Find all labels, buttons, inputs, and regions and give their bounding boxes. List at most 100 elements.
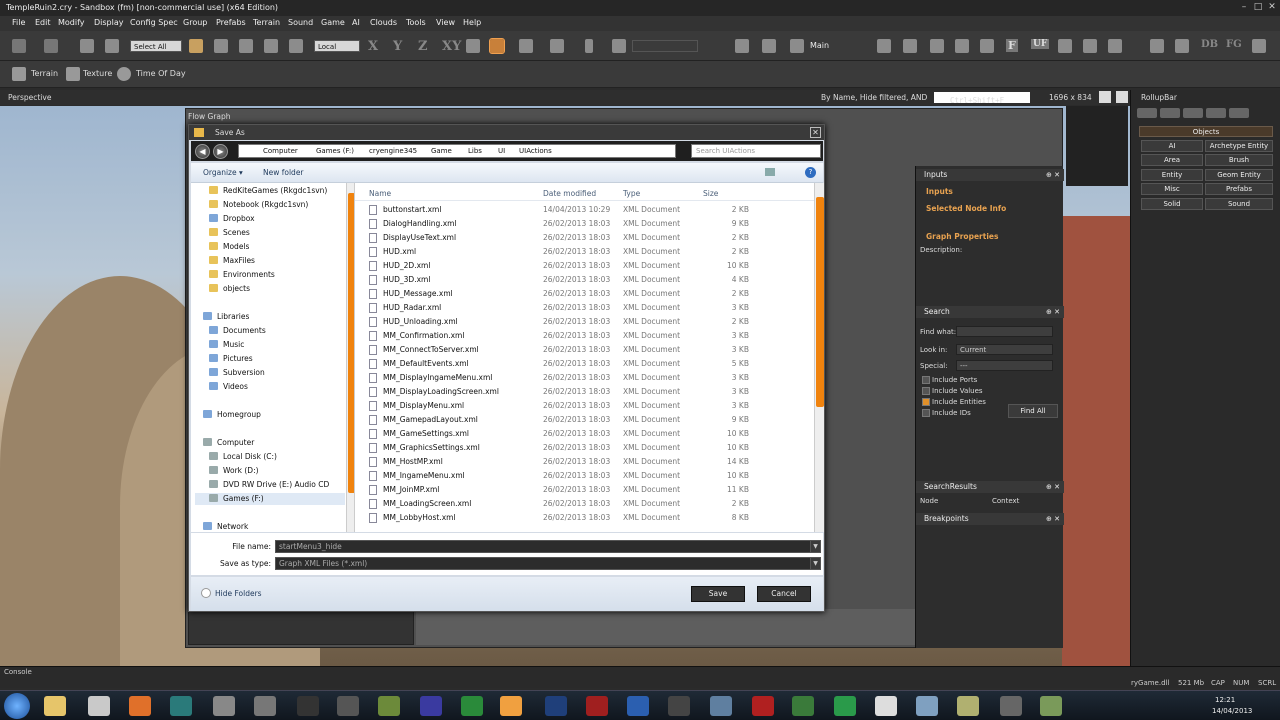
link-icon[interactable] [80, 39, 94, 53]
nav-homegroup[interactable]: Homegroup [203, 409, 261, 421]
crumb-games[interactable]: Games (F:) [316, 147, 354, 155]
drop-icon[interactable] [955, 39, 969, 53]
nav-work[interactable]: Work (D:) [209, 465, 259, 477]
file-row[interactable]: buttonstart.xml 14/04/2013 10:29 XML Docum… [369, 203, 809, 217]
app4-icon[interactable] [752, 696, 774, 716]
objects-header[interactable]: Objects [1139, 126, 1273, 137]
save-sel-icon[interactable] [735, 39, 749, 53]
menu-config-spec[interactable]: Config Spec [130, 18, 178, 27]
scale-icon[interactable] [264, 39, 278, 53]
help-icon[interactable]: ? [805, 167, 816, 178]
sandbox-icon[interactable] [170, 696, 192, 716]
view-icon[interactable] [765, 168, 775, 176]
physics-icon[interactable] [903, 39, 917, 53]
photoshop-icon[interactable] [545, 696, 567, 716]
app-icon[interactable] [254, 696, 276, 716]
menu-game[interactable]: Game [321, 18, 345, 27]
look-in-combo[interactable]: Current [956, 344, 1053, 355]
maximize-viewport-icon[interactable] [1116, 91, 1128, 103]
selected-node-info-section[interactable]: Selected Node Info [926, 204, 1006, 213]
file-row[interactable]: MM_Confirmation.xml 26/02/2013 18:03 XML D… [369, 329, 809, 343]
file-row[interactable]: MM_GameSettings.xml 26/02/2013 18:03 XML D… [369, 427, 809, 441]
nav-computer[interactable]: Computer [203, 437, 254, 449]
col-date[interactable]: Date modified [543, 189, 596, 198]
menu-edit[interactable]: Edit [35, 18, 51, 27]
axis-z-button[interactable]: Z [418, 39, 428, 54]
selection-set-combo[interactable] [632, 40, 698, 52]
app5-icon[interactable] [792, 696, 814, 716]
menu-view[interactable]: View [436, 18, 455, 27]
fg-button[interactable]: FG [1226, 39, 1242, 50]
nav-redkite[interactable]: RedKiteGames (Rkgdc1svn) [209, 185, 327, 197]
app6-icon[interactable] [916, 696, 938, 716]
unlink-icon[interactable] [105, 39, 119, 53]
start-button[interactable] [4, 693, 30, 719]
nav-libraries[interactable]: Libraries [203, 311, 249, 323]
crumb-libs[interactable]: Libs [468, 147, 482, 155]
menu-display[interactable]: Display [94, 18, 124, 27]
menu-ai[interactable]: AI [352, 18, 360, 27]
search-input[interactable]: Search UIActions [691, 144, 821, 158]
coord-system-combo[interactable]: Local [314, 40, 360, 52]
menu-group[interactable]: Group [183, 18, 207, 27]
axis-y-button[interactable]: Y [393, 39, 402, 54]
undo-icon[interactable] [12, 39, 26, 53]
terrain-button[interactable]: Terrain [31, 69, 58, 78]
nav-scrollbar[interactable] [346, 183, 354, 532]
unity-icon[interactable] [668, 696, 690, 716]
redo-icon[interactable] [44, 39, 58, 53]
include-ids-checkbox[interactable] [922, 409, 930, 417]
clock-time[interactable]: 12:21 [1215, 696, 1235, 704]
select-icon[interactable] [189, 39, 203, 53]
obj-area-button[interactable]: Area [1141, 154, 1203, 166]
file-row[interactable]: MM_DefaultEvents.xml 26/02/2013 18:03 XML … [369, 357, 809, 371]
viewport-label[interactable]: Perspective [8, 93, 51, 102]
file-scrollbar[interactable] [814, 183, 824, 532]
layers-stack-icon[interactable] [790, 39, 804, 53]
menu-terrain[interactable]: Terrain [253, 18, 280, 27]
file-row[interactable]: HUD_Unloading.xml 26/02/2013 18:03 XML Doc… [369, 315, 809, 329]
crumb-ui[interactable]: UI [498, 147, 505, 155]
close-button[interactable]: ✕ [1266, 1, 1278, 13]
file-row[interactable]: MM_HostMP.xml 26/02/2013 18:03 XML Documen… [369, 455, 809, 469]
organize-button[interactable]: Organize ▾ [203, 168, 243, 177]
back-button[interactable]: ◀ [195, 144, 210, 159]
file-row[interactable]: HUD_Radar.xml 26/02/2013 18:03 XML Documen… [369, 301, 809, 315]
nav-local-disk[interactable]: Local Disk (C:) [209, 451, 277, 463]
menu-sound[interactable]: Sound [288, 18, 313, 27]
file-row[interactable]: MM_LoadingScreen.xml 26/02/2013 18:03 XML … [369, 497, 809, 511]
sync-icon[interactable] [930, 39, 944, 53]
file-row[interactable]: HUD_3D.xml 26/02/2013 18:03 XML Document 4 … [369, 273, 809, 287]
angle-snap-icon[interactable] [550, 39, 564, 53]
obj-ai-button[interactable]: AI [1141, 140, 1203, 152]
include-values-checkbox[interactable] [922, 387, 930, 395]
layer-sel-icon[interactable] [612, 39, 626, 53]
rollup-tabs[interactable] [1137, 108, 1275, 120]
goto-icon[interactable] [980, 39, 994, 53]
crumb-cryengine[interactable]: cryengine345 [369, 147, 417, 155]
db-button[interactable]: DB [1201, 39, 1218, 50]
obj-entity-button[interactable]: Entity [1141, 169, 1203, 181]
dialog-close-button[interactable]: ✕ [810, 127, 821, 138]
app2-icon[interactable] [420, 696, 442, 716]
special-combo[interactable]: --- [956, 360, 1053, 371]
file-row[interactable]: MM_LobbyHost.xml 26/02/2013 18:03 XML Docu… [369, 511, 809, 525]
graph-tree-panel[interactable] [188, 609, 414, 645]
nav-models[interactable]: Models [209, 241, 249, 253]
file-row[interactable]: DisplayUseText.xml 26/02/2013 18:03 XML Do… [369, 231, 809, 245]
nav-notebook[interactable]: Notebook (Rkgdc1svn) [209, 199, 308, 211]
graph-properties-section[interactable]: Graph Properties [926, 232, 998, 241]
select-all-combo[interactable]: Select All [130, 40, 182, 52]
axis-xy-button[interactable]: XY [442, 39, 461, 54]
mail-icon[interactable] [500, 696, 522, 716]
file-row[interactable]: DialogHandling.xml 26/02/2013 18:03 XML Do… [369, 217, 809, 231]
crumb-game[interactable]: Game [431, 147, 452, 155]
gear3-icon[interactable] [1108, 39, 1122, 53]
nav-documents[interactable]: Documents [209, 325, 266, 337]
file-row[interactable]: MM_IngameMenu.xml 26/02/2013 18:03 XML Doc… [369, 469, 809, 483]
expand-icon[interactable] [1099, 91, 1111, 103]
grid-icon[interactable] [519, 39, 533, 53]
nav-network[interactable]: Network [203, 521, 248, 532]
viewport-search-input[interactable]: Ctrl+Shift+F [934, 92, 1030, 105]
graph-canvas[interactable] [416, 609, 916, 645]
